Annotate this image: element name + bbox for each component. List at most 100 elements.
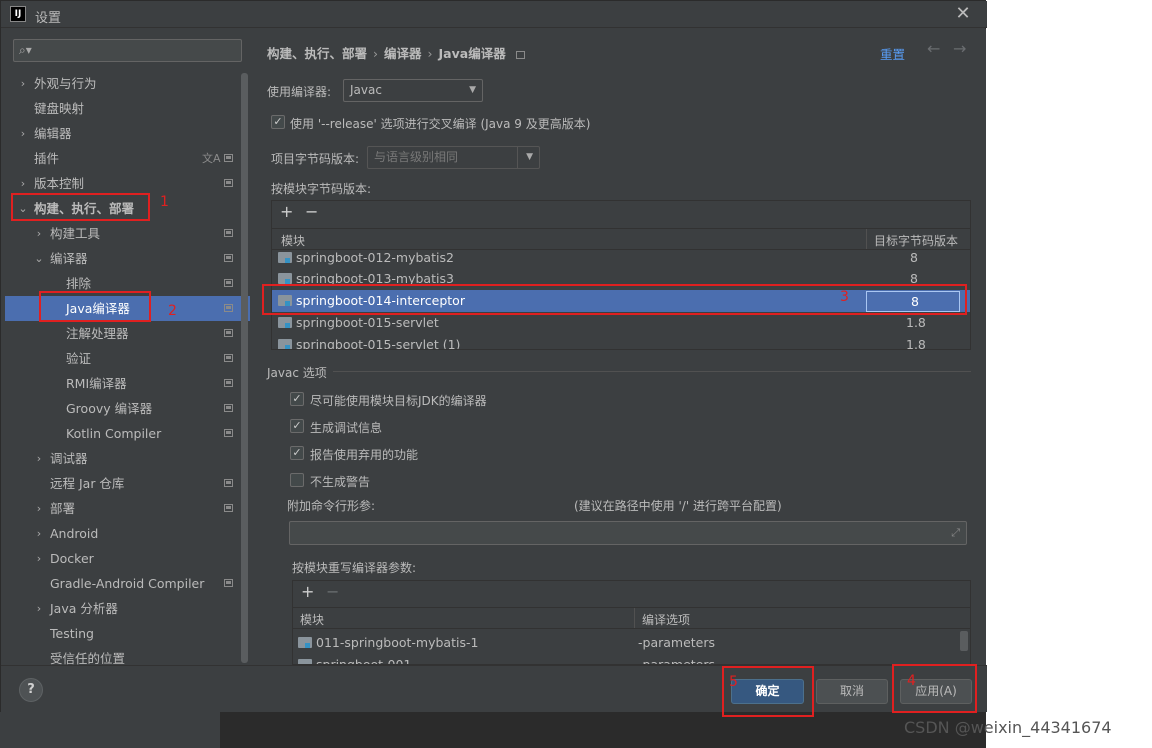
tree-item-annotation-processors[interactable]: 注解处理器: [5, 321, 250, 346]
project-scope-icon: [515, 50, 525, 59]
project-scope-icon: [224, 254, 233, 262]
chevron-right-icon[interactable]: ›: [33, 221, 45, 246]
sidebar-scrollbar[interactable]: [241, 73, 248, 663]
cmd-params-hint: (建议在路径中使用 '/' 进行跨平台配置): [574, 499, 782, 513]
deprecation-label: 报告使用弃用的功能: [310, 448, 419, 462]
compile-options[interactable]: -parameters: [638, 635, 715, 650]
chevron-right-icon[interactable]: ›: [33, 496, 45, 521]
help-button[interactable]: ?: [19, 678, 43, 702]
annotation-number: 4: [907, 673, 916, 689]
annotation-number: 3: [840, 289, 849, 305]
module-bytecode-table: + − 模块 目标字节码版本 springboot-012-mybatis2 8…: [271, 200, 971, 350]
tree-item-label: Android: [50, 526, 99, 541]
table-scrollbar[interactable]: [960, 631, 968, 651]
deprecation-checkbox[interactable]: ✓: [290, 446, 304, 460]
reset-link[interactable]: 重置: [880, 44, 905, 63]
tree-item-kotlin-compiler[interactable]: Kotlin Compiler: [5, 421, 250, 446]
cancel-button[interactable]: 取消: [816, 679, 888, 704]
tree-item-plugins[interactable]: 插件 文A: [5, 146, 250, 171]
project-scope-icon: [224, 329, 233, 337]
target-version[interactable]: 8: [910, 250, 918, 265]
breadcrumb-separator: ›: [373, 46, 379, 61]
back-arrow-icon[interactable]: ←: [927, 39, 940, 58]
tree-item-build-tools[interactable]: › 构建工具: [5, 221, 250, 246]
tree-item-validation[interactable]: 验证: [5, 346, 250, 371]
tree-item-label: 调试器: [50, 451, 88, 466]
tree-item-android[interactable]: › Android: [5, 521, 250, 546]
release-checkbox[interactable]: ✓: [271, 115, 285, 129]
project-scope-icon: [224, 304, 233, 312]
remove-icon[interactable]: −: [305, 202, 318, 221]
chevron-right-icon[interactable]: ›: [17, 71, 29, 96]
column-divider[interactable]: [634, 608, 635, 628]
background-window: [220, 712, 986, 748]
project-scope-icon: [224, 279, 233, 287]
tree-item-testing[interactable]: Testing: [5, 621, 250, 646]
breadcrumb-item[interactable]: 构建、执行、部署: [267, 46, 367, 61]
translate-icon: 文A: [202, 152, 221, 165]
no-warnings-checkbox[interactable]: [290, 473, 304, 487]
remove-icon[interactable]: −: [326, 582, 339, 601]
column-header-options[interactable]: 编译选项: [642, 611, 690, 628]
target-version[interactable]: 1.8: [906, 315, 926, 330]
table-row[interactable]: 011-springboot-mybatis-1 -parameters: [293, 632, 970, 654]
tree-item-deployment[interactable]: › 部署: [5, 496, 250, 521]
cmd-params-input[interactable]: ⤢: [289, 521, 967, 545]
no-warnings-label: 不生成警告: [310, 475, 371, 489]
forward-arrow-icon[interactable]: →: [953, 39, 966, 58]
debug-info-checkbox[interactable]: ✓: [290, 419, 304, 433]
tree-item-debugger[interactable]: › 调试器: [5, 446, 250, 471]
tree-item-editor[interactable]: › 编辑器: [5, 121, 250, 146]
add-icon[interactable]: +: [301, 582, 314, 601]
tree-item-appearance[interactable]: › 外观与行为: [5, 71, 250, 96]
window-title: 设置: [35, 11, 62, 26]
section-divider: [333, 371, 971, 372]
chevron-right-icon[interactable]: ›: [17, 121, 29, 146]
table-row[interactable]: springboot-012-mybatis2 8: [272, 247, 970, 269]
table-row[interactable]: springboot-015-servlet 1.8: [272, 312, 970, 334]
tree-item-label: Gradle-Android Compiler: [50, 576, 205, 591]
close-icon[interactable]: ✕: [951, 4, 975, 24]
title-bar: IJ 设置 ✕: [1, 1, 987, 28]
compile-options[interactable]: -parameters: [638, 657, 715, 664]
column-header-module[interactable]: 模块: [300, 611, 324, 628]
table-row[interactable]: springboot-001 -parameters: [293, 654, 970, 665]
settings-content: 构建、执行、部署 › 编译器 › Java编译器 重置 ← → 使用编译器: Javac…: [251, 29, 986, 665]
project-scope-icon: [224, 354, 233, 362]
tree-item-label: 编译器: [50, 251, 88, 266]
tree-item-rmi-compiler[interactable]: RMI编译器: [5, 371, 250, 396]
search-input[interactable]: ⌕▾: [13, 39, 242, 62]
tree-item-docker[interactable]: › Docker: [5, 546, 250, 571]
chevron-right-icon[interactable]: ›: [33, 521, 45, 546]
use-module-jdk-checkbox[interactable]: ✓: [290, 392, 304, 406]
expand-icon[interactable]: ⤢: [951, 526, 960, 540]
tree-item-groovy-compiler[interactable]: Groovy 编译器: [5, 396, 250, 421]
tree-item-keymap[interactable]: 键盘映射: [5, 96, 250, 121]
table-row[interactable]: springboot-015-servlet (1) 1.8: [272, 334, 970, 349]
breadcrumb-item[interactable]: 编译器: [384, 46, 422, 61]
chevron-down-icon: ▼: [526, 152, 533, 162]
tree-item-label: RMI编译器: [66, 376, 127, 391]
project-bytecode-select[interactable]: 与语言级别相同 ▼: [367, 146, 540, 169]
target-version[interactable]: 1.8: [906, 337, 926, 349]
column-divider[interactable]: [866, 229, 867, 249]
tree-item-label: 编辑器: [34, 126, 72, 141]
chevron-down-icon[interactable]: ⌄: [33, 246, 45, 271]
tree-item-label: Testing: [50, 626, 94, 641]
chevron-right-icon[interactable]: ›: [33, 596, 45, 621]
compiler-select[interactable]: Javac ▼: [343, 79, 483, 102]
tree-item-gradle-android-compiler[interactable]: Gradle-Android Compiler: [5, 571, 250, 596]
add-icon[interactable]: +: [280, 202, 293, 221]
tree-item-remote-jar[interactable]: 远程 Jar 仓库: [5, 471, 250, 496]
breadcrumb-item: Java编译器: [438, 46, 506, 61]
tree-item-java-profiler[interactable]: › Java 分析器: [5, 596, 250, 621]
tree-item-label: 键盘映射: [34, 101, 85, 116]
tree-item-label: Groovy 编译器: [66, 401, 153, 416]
module-name: springboot-001: [316, 657, 412, 665]
project-scope-icon: [224, 379, 233, 387]
watermark: CSDN @weixin_44341674: [904, 718, 1112, 737]
tree-item-compiler[interactable]: ⌄ 编译器: [5, 246, 250, 271]
background-window: [0, 712, 220, 748]
chevron-right-icon[interactable]: ›: [33, 446, 45, 471]
chevron-right-icon[interactable]: ›: [33, 546, 45, 571]
